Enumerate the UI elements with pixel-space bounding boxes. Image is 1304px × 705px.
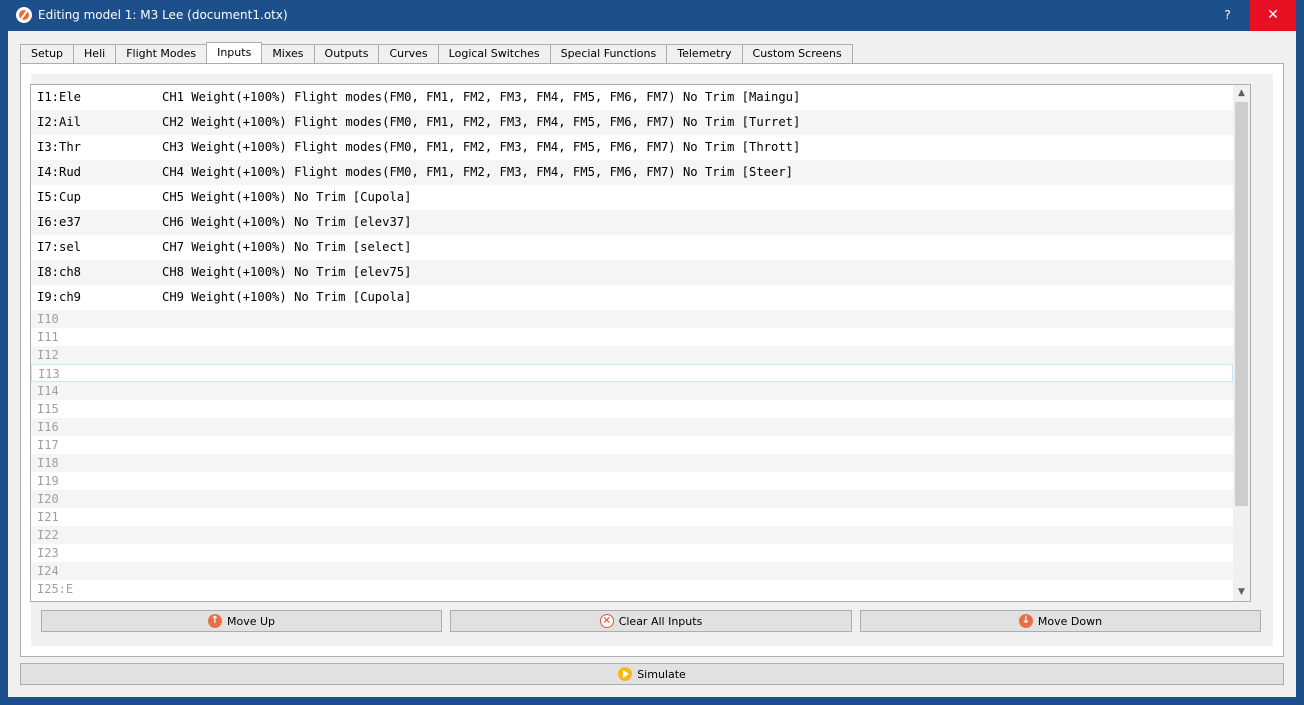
- input-name: I15: [37, 402, 59, 416]
- input-name: I22: [37, 528, 59, 542]
- input-row-empty[interactable]: I14: [31, 382, 1233, 400]
- tab-logical-switches[interactable]: Logical Switches: [437, 44, 551, 63]
- input-row-empty[interactable]: I15: [31, 400, 1233, 418]
- input-row[interactable]: I7:sel CH7 Weight(+100%) No Trim [select]: [31, 235, 1233, 260]
- input-name: I23: [37, 546, 59, 560]
- input-name: I1:Ele: [37, 90, 82, 104]
- input-row[interactable]: I6:e37 CH6 Weight(+100%) No Trim [elev37]: [31, 210, 1233, 235]
- input-row[interactable]: I9:ch9 CH9 Weight(+100%) No Trim [Cupola]: [31, 285, 1233, 310]
- input-row[interactable]: I8:ch8 CH8 Weight(+100%) No Trim [elev75]: [31, 260, 1233, 285]
- simulate-label: Simulate: [637, 667, 686, 681]
- input-row-empty[interactable]: I18: [31, 454, 1233, 472]
- play-icon: [618, 667, 633, 681]
- clear-icon: ×: [599, 614, 614, 628]
- input-row[interactable]: I4:Rud CH4 Weight(+100%) Flight modes(FM0…: [31, 160, 1233, 185]
- tab-curves[interactable]: Curves: [378, 44, 439, 63]
- title-bar: Editing model 1: M3 Lee (document1.otx) …: [0, 0, 1304, 31]
- move-down-label: Move Down: [1037, 614, 1103, 628]
- input-description: CH9 Weight(+100%) No Trim [Cupola]: [162, 290, 412, 304]
- move-down-button[interactable]: ↓ Move Down: [860, 610, 1261, 632]
- inputs-list-rows: I1:Ele CH1 Weight(+100%) Flight modes(FM0…: [31, 85, 1233, 601]
- dialog-body: Setup Heli Flight Modes Inputs Mixes Out…: [8, 31, 1296, 697]
- input-name: I10: [37, 312, 59, 326]
- input-name: I12: [37, 348, 59, 362]
- input-row-empty[interactable]: I16: [31, 418, 1233, 436]
- input-name: I21: [37, 510, 59, 524]
- input-row[interactable]: I2:Ail CH2 Weight(+100%) Flight modes(FM0…: [31, 110, 1233, 135]
- input-description: CH3 Weight(+100%) Flight modes(FM0, FM1,…: [162, 140, 801, 154]
- input-row-empty[interactable]: I21: [31, 508, 1233, 526]
- input-row-empty[interactable]: I23: [31, 544, 1233, 562]
- scroll-thumb[interactable]: [1235, 102, 1248, 506]
- input-row-empty[interactable]: I11: [31, 328, 1233, 346]
- input-name: I11: [37, 330, 59, 344]
- input-row[interactable]: I3:Thr CH3 Weight(+100%) Flight modes(FM0…: [31, 135, 1233, 160]
- input-description: CH2 Weight(+100%) Flight modes(FM0, FM1,…: [162, 115, 801, 129]
- input-row-empty[interactable]: I12: [31, 346, 1233, 364]
- input-name: I9:ch9: [37, 290, 82, 304]
- app-logo-icon: [16, 7, 32, 23]
- input-row-empty[interactable]: I25:E: [31, 580, 1233, 598]
- window-title: Editing model 1: M3 Lee (document1.otx): [38, 8, 288, 22]
- input-row-empty[interactable]: I13: [31, 364, 1233, 382]
- input-name: I20: [37, 492, 59, 506]
- input-row-empty[interactable]: I20: [31, 490, 1233, 508]
- input-name: I4:Rud: [37, 165, 82, 179]
- clear-all-inputs-label: Clear All Inputs: [618, 614, 703, 628]
- input-row-empty[interactable]: I17: [31, 436, 1233, 454]
- tab-outputs[interactable]: Outputs: [313, 44, 380, 63]
- input-description: CH6 Weight(+100%) No Trim [elev37]: [162, 215, 412, 229]
- input-description: CH7 Weight(+100%) No Trim [select]: [162, 240, 412, 254]
- input-name: I6:e37: [37, 215, 82, 229]
- move-up-label: Move Up: [226, 614, 276, 628]
- tab-setup[interactable]: Setup: [20, 44, 75, 63]
- tab-telemetry[interactable]: Telemetry: [666, 44, 743, 63]
- input-row-empty[interactable]: I10: [31, 310, 1233, 328]
- input-name: I2:Ail: [37, 115, 82, 129]
- scroll-down-arrow-icon[interactable]: ▼: [1233, 584, 1250, 601]
- input-name: I17: [37, 438, 59, 452]
- input-row[interactable]: I1:Ele CH1 Weight(+100%) Flight modes(FM0…: [31, 85, 1233, 110]
- tab-bar: Setup Heli Flight Modes Inputs Mixes Out…: [20, 42, 853, 63]
- tab-flight-modes[interactable]: Flight Modes: [115, 44, 208, 63]
- help-button[interactable]: ?: [1205, 0, 1250, 31]
- input-description: CH1 Weight(+100%) Flight modes(FM0, FM1,…: [162, 90, 801, 104]
- input-name: I14: [37, 384, 59, 398]
- input-row-empty[interactable]: I24: [31, 562, 1233, 580]
- input-name: I5:Cup: [37, 190, 82, 204]
- vertical-scrollbar[interactable]: ▲ ▼: [1233, 85, 1250, 601]
- close-button[interactable]: ✕: [1250, 0, 1296, 31]
- input-row[interactable]: I5:Cup CH5 Weight(+100%) No Trim [Cupola]: [31, 185, 1233, 210]
- input-name: I19: [37, 474, 59, 488]
- input-description: CH4 Weight(+100%) Flight modes(FM0, FM1,…: [162, 165, 794, 179]
- input-row-empty[interactable]: I19: [31, 472, 1233, 490]
- input-name: I13: [38, 367, 60, 381]
- arrow-down-icon: ↓: [1018, 614, 1033, 628]
- editor-window: Editing model 1: M3 Lee (document1.otx) …: [0, 0, 1304, 705]
- input-name: I7:sel: [37, 240, 82, 254]
- tab-inputs[interactable]: Inputs: [206, 42, 263, 63]
- input-name: I3:Thr: [37, 140, 82, 154]
- input-description: CH8 Weight(+100%) No Trim [elev75]: [162, 265, 412, 279]
- input-description: CH5 Weight(+100%) No Trim [Cupola]: [162, 190, 412, 204]
- clear-all-inputs-button[interactable]: × Clear All Inputs: [450, 610, 852, 632]
- input-name: I24: [37, 564, 59, 578]
- tab-mixes[interactable]: Mixes: [261, 44, 315, 63]
- tab-custom-screens[interactable]: Custom Screens: [741, 44, 853, 63]
- input-name: I18: [37, 456, 59, 470]
- input-name: I8:ch8: [37, 265, 82, 279]
- input-row-empty[interactable]: I22: [31, 526, 1233, 544]
- tab-special-functions[interactable]: Special Functions: [549, 44, 668, 63]
- scroll-up-arrow-icon[interactable]: ▲: [1233, 85, 1250, 102]
- simulate-button[interactable]: Simulate: [20, 663, 1284, 685]
- input-name: I16: [37, 420, 59, 434]
- input-name: I25:E: [37, 582, 74, 596]
- tab-heli[interactable]: Heli: [73, 44, 117, 63]
- arrow-up-icon: ↑: [207, 614, 222, 628]
- move-up-button[interactable]: ↑ Move Up: [41, 610, 442, 632]
- inputs-list[interactable]: I1:Ele CH1 Weight(+100%) Flight modes(FM0…: [30, 84, 1251, 602]
